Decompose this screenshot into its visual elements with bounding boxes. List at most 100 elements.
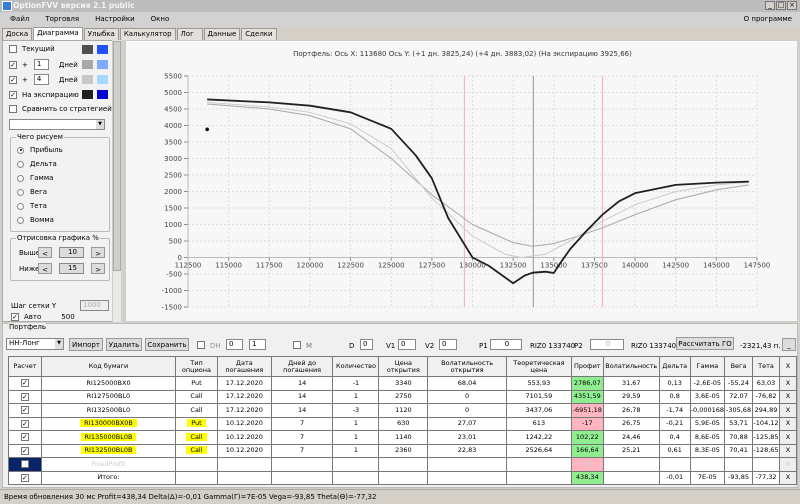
p2-input[interactable]: 0 <box>590 339 624 350</box>
remove-row-button[interactable]: X <box>779 443 797 458</box>
calc-checkbox[interactable]: ✓ <box>20 379 29 388</box>
calc-checkbox[interactable]: ✓ <box>20 446 29 455</box>
grid-step-input[interactable]: 1000 <box>80 300 109 311</box>
column-header[interactable]: Тип опциона <box>175 356 218 377</box>
minimize-button[interactable]: _ <box>765 1 775 10</box>
v1-input[interactable]: 0 <box>398 339 416 350</box>
portfolio-select[interactable]: НН-Лонг ▼ <box>6 338 64 350</box>
table-row[interactable]: FixedProfit 0/0 X <box>8 457 797 472</box>
left-panel-scrollbar[interactable] <box>112 40 121 322</box>
dh-checkbox[interactable] <box>197 341 205 349</box>
menu-settings[interactable]: Настройки <box>89 12 141 27</box>
tab-diagram[interactable]: Диаграмма <box>33 27 83 40</box>
calculate-go-button[interactable]: Рассчитать ГО <box>676 337 734 350</box>
tab-smile[interactable]: Улыбка <box>83 28 119 40</box>
tab-log[interactable]: Лог <box>176 28 203 40</box>
column-header[interactable]: Вега <box>724 356 754 377</box>
column-header[interactable]: Волатильность <box>602 356 660 377</box>
radio-button[interactable] <box>17 188 24 196</box>
expiry-color-swatch-2[interactable] <box>97 90 108 99</box>
plus4-color-swatch[interactable] <box>82 75 93 84</box>
collapse-button[interactable]: _ <box>782 338 796 351</box>
calc-cell[interactable]: ✓ <box>8 376 42 391</box>
column-header[interactable]: Расчет <box>8 356 42 377</box>
menu-window[interactable]: Окно <box>145 12 176 27</box>
calc-cell[interactable]: ✓ <box>8 403 42 418</box>
remove-row-button[interactable]: X <box>779 376 797 391</box>
remove-row-button[interactable]: X <box>779 389 797 404</box>
maximize-button[interactable]: □ <box>776 1 786 10</box>
menu-about[interactable]: О программе <box>744 12 792 27</box>
tab-calculator[interactable]: Калькулятор <box>119 28 176 40</box>
calc-cell[interactable]: ✓ <box>8 443 42 458</box>
radio-button[interactable] <box>17 216 24 224</box>
menu-trading[interactable]: Торговля <box>39 12 85 27</box>
calc-checkbox[interactable]: ✓ <box>20 419 29 428</box>
radio-button[interactable] <box>17 174 24 182</box>
current-color-swatch[interactable] <box>82 45 93 54</box>
column-header[interactable]: Дельта <box>658 356 691 377</box>
plus1-days-input[interactable]: 1 <box>33 59 49 70</box>
calc-checkbox[interactable]: ✓ <box>20 406 29 415</box>
table-row[interactable]: ✓ RI127500BL0 Call 17.12.2020 14 1 2750 0 7101,5… <box>8 389 797 404</box>
tab-deals[interactable]: Сделки <box>241 28 277 40</box>
radio-vega[interactable]: Вега <box>17 188 47 196</box>
below-input[interactable]: 15 <box>59 263 84 274</box>
below-increase-button[interactable]: > <box>91 263 105 274</box>
expiry-color-swatch[interactable] <box>82 90 93 99</box>
scrollbar-thumb[interactable] <box>113 41 121 271</box>
remove-row-button[interactable]: X <box>779 457 797 472</box>
plus4-checkbox[interactable]: ✓ <box>9 75 17 84</box>
column-header[interactable]: Цена открытия <box>378 356 429 377</box>
column-header[interactable]: Количество <box>332 356 380 377</box>
p1-input[interactable]: 0 <box>490 339 522 350</box>
column-header[interactable]: Дата погашения <box>216 356 272 377</box>
column-header[interactable]: Профит <box>570 356 604 377</box>
radio-button[interactable] <box>17 146 24 154</box>
calc-checkbox[interactable]: ✓ <box>20 392 29 401</box>
column-header[interactable]: Дней до погашения <box>270 356 334 377</box>
tab-board[interactable]: Доска <box>2 28 33 40</box>
radio-button[interactable] <box>17 202 24 210</box>
below-decrease-button[interactable]: < <box>38 263 52 274</box>
table-row[interactable]: ✓ RI130000BX0B Put 10.12.2020 7 1 630 27,07 613 -… <box>8 416 797 431</box>
plus1-color-swatch[interactable] <box>82 60 93 69</box>
dh-spinner-1[interactable]: 0 <box>226 339 243 350</box>
calc-cell[interactable]: ✓ <box>8 470 42 485</box>
close-button[interactable]: × <box>787 1 797 10</box>
menu-file[interactable]: Файл <box>4 12 35 27</box>
column-header[interactable]: Волатильность открытия <box>427 356 507 377</box>
table-row[interactable]: ✓ Итого: 438,34 -0,01 7E-05 -93,85 -77,32 X <box>8 470 797 485</box>
radio-theta[interactable]: Тета <box>17 202 47 210</box>
radio-delta[interactable]: Дельта <box>17 160 57 168</box>
tab-data[interactable]: Данные <box>203 28 241 40</box>
table-row[interactable]: ✓ RI132500BL0B Call 10.12.2020 7 1 2360 22,83 25… <box>8 443 797 458</box>
column-header[interactable]: Теоретическая цена <box>505 356 572 377</box>
radio-gamma[interactable]: Гамма <box>17 174 53 182</box>
calc-cell[interactable] <box>8 457 42 472</box>
calc-cell[interactable]: ✓ <box>8 389 42 404</box>
remove-row-button[interactable]: X <box>779 403 797 418</box>
column-header[interactable]: Гамма <box>689 356 726 377</box>
above-input[interactable]: 10 <box>59 247 84 258</box>
calc-cell[interactable]: ✓ <box>8 430 42 445</box>
current-checkbox[interactable] <box>9 45 17 53</box>
payoff-chart[interactable]: Портфель: Ось X: 113680 Ось Y: (+1 дн. 3… <box>125 40 798 322</box>
calc-cell[interactable]: ✓ <box>8 416 42 431</box>
save-button[interactable]: Сохранить <box>145 338 189 351</box>
radio-vomma[interactable]: Вомма <box>17 216 54 224</box>
dh-spinner-2[interactable]: 1 <box>249 339 266 350</box>
remove-row-button[interactable]: X <box>779 430 797 445</box>
radio-button[interactable] <box>17 160 24 168</box>
table-row[interactable]: ✓ RI135000BL0B Call 10.12.2020 7 1 1140 23,01 12… <box>8 430 797 445</box>
strategy-select[interactable]: ▼ <box>9 119 105 130</box>
above-increase-button[interactable]: > <box>91 247 105 258</box>
auto-checkbox[interactable]: ✓ <box>11 313 19 321</box>
plus4-days-input[interactable]: 4 <box>33 74 49 85</box>
compare-checkbox[interactable] <box>9 105 17 113</box>
calc-checkbox[interactable]: ✓ <box>20 433 29 442</box>
radio-profit[interactable]: Прибыль <box>17 146 63 154</box>
remove-row-button[interactable]: X <box>779 470 797 485</box>
above-decrease-button[interactable]: < <box>38 247 52 258</box>
column-header[interactable]: Тета <box>752 356 780 377</box>
